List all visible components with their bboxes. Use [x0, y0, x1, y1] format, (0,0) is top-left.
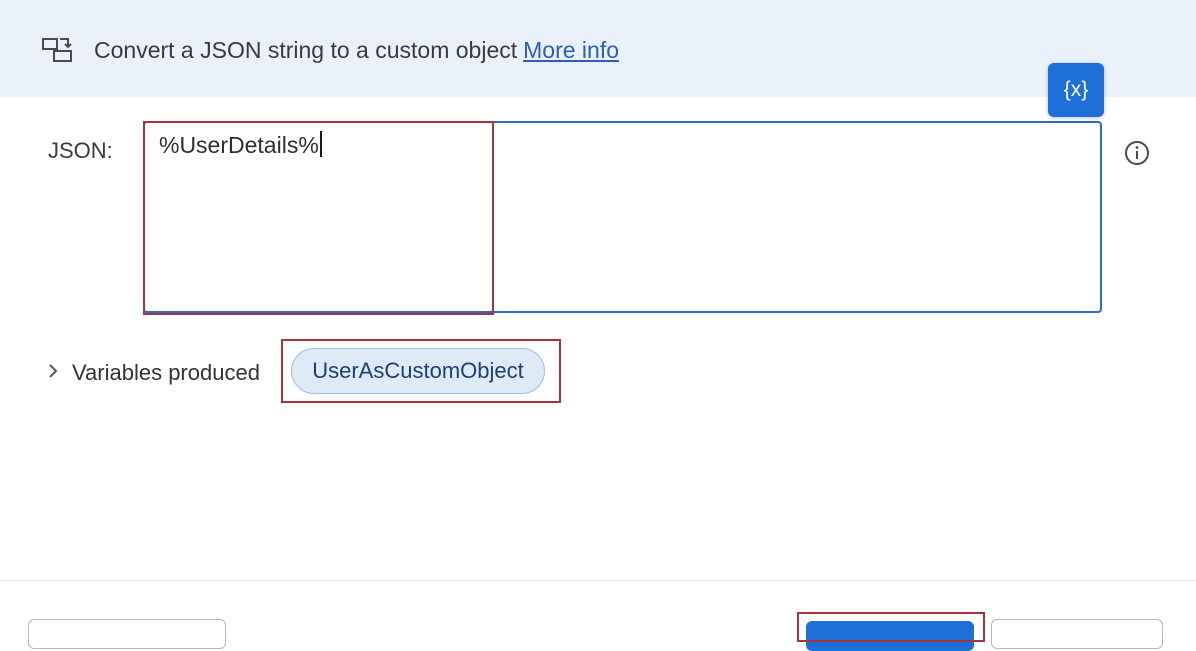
variables-produced-toggle[interactable]: Variables produced — [72, 359, 260, 387]
text-caret — [319, 131, 322, 157]
chevron-right-icon[interactable] — [46, 361, 60, 381]
convert-json-icon — [42, 38, 72, 62]
json-field-label: JSON: — [48, 138, 113, 163]
action-description: Convert a JSON string to a custom object… — [94, 36, 619, 64]
footer-divider — [0, 580, 1196, 581]
variable-chip-user-as-custom-object[interactable]: UserAsCustomObject — [291, 348, 545, 394]
more-info-link[interactable]: More info — [523, 37, 619, 63]
action-header: Convert a JSON string to a custom object… — [0, 0, 1196, 97]
on-error-button[interactable] — [28, 619, 226, 649]
action-description-text: Convert a JSON string to a custom object — [94, 37, 518, 63]
info-icon[interactable] — [1123, 139, 1151, 167]
cancel-button[interactable] — [991, 619, 1163, 649]
json-input-value[interactable]: %UserDetails% — [159, 131, 322, 159]
json-input-text: %UserDetails% — [159, 132, 319, 158]
insert-variable-button[interactable]: {x} — [1048, 63, 1104, 117]
save-button[interactable] — [806, 621, 974, 651]
